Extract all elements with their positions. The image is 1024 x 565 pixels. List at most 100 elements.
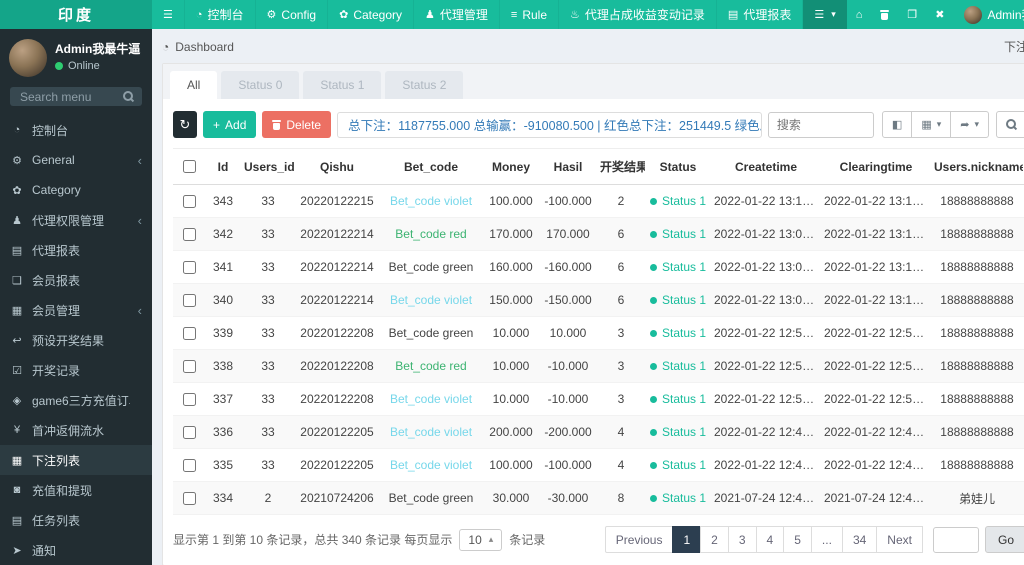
- cell-status: Status 1: [645, 250, 711, 284]
- sidebar-item[interactable]: ◙ 充值和提现 ‹: [0, 475, 152, 505]
- columns-button[interactable]: ▦ ▾: [911, 111, 952, 138]
- delete-button[interactable]: Delete: [262, 111, 332, 138]
- refresh-button[interactable]: ↻: [173, 111, 198, 138]
- cell-users-id: 33: [241, 448, 295, 482]
- status-tab[interactable]: Status 1: [303, 71, 382, 99]
- cell-nickname: 18888888888: [931, 184, 1023, 218]
- row-checkbox[interactable]: [183, 491, 196, 505]
- cell-hasil: -10.000: [539, 382, 597, 416]
- cell-result: 3: [597, 316, 645, 350]
- column-header[interactable]: Bet_code: [379, 148, 483, 185]
- go-button[interactable]: Go: [984, 526, 1024, 553]
- status-tab[interactable]: Status 2: [385, 71, 464, 99]
- row-checkbox[interactable]: [183, 227, 196, 241]
- row-checkbox[interactable]: [183, 425, 196, 439]
- column-header[interactable]: Users_id: [241, 148, 295, 185]
- cell-createtime: 2022-01-22 12:52:03: [711, 382, 821, 416]
- column-header[interactable]: Status: [645, 148, 711, 185]
- cell-users-id: 33: [241, 283, 295, 317]
- sidebar-search-input[interactable]: [18, 88, 117, 105]
- toggle-view-button[interactable]: ◧: [881, 111, 913, 138]
- search-icon[interactable]: [123, 91, 134, 102]
- cell-users-id: 33: [241, 349, 295, 383]
- sidebar-item[interactable]: ▤ 任务列表 ‹: [0, 505, 152, 535]
- page-size-select[interactable]: 10 ▴: [459, 528, 503, 551]
- sidebar-item[interactable]: ☑ 开奖记录 ‹: [0, 355, 152, 385]
- page-button[interactable]: 4: [755, 526, 785, 553]
- column-header[interactable]: Money: [483, 148, 539, 185]
- cell-status: Status 1: [645, 283, 711, 317]
- trash-icon: [880, 9, 890, 20]
- nav-item[interactable]: ≡ Rule: [500, 0, 560, 29]
- page-button[interactable]: ...: [810, 526, 843, 553]
- cell-status: Status 1: [645, 316, 711, 350]
- sidebar-item[interactable]: ❏ 会员报表 ‹: [0, 265, 152, 295]
- nav-item[interactable]: ☰: [152, 0, 185, 29]
- column-header[interactable]: Id: [205, 148, 241, 185]
- page-button[interactable]: 5: [783, 526, 812, 553]
- brand-logo[interactable]: 印度: [0, 0, 152, 29]
- sidebar-item[interactable]: ▦ 下注列表 ‹: [0, 445, 152, 475]
- row-checkbox[interactable]: [183, 293, 196, 307]
- search-button[interactable]: [996, 111, 1024, 138]
- table-search-input[interactable]: [767, 111, 874, 138]
- cell-clearingtime: 2022-01-22 12:45:01: [821, 448, 931, 482]
- column-header[interactable]: Users.nickname: [931, 148, 1023, 185]
- nav-icon-button[interactable]: [871, 0, 898, 29]
- sidebar-item[interactable]: ➤ 通知 ‹: [0, 535, 152, 565]
- nav-icon-button[interactable]: ❐: [898, 0, 926, 29]
- sidebar-item[interactable]: ♟ 代理权限管理 ‹: [0, 205, 152, 235]
- row-checkbox[interactable]: [183, 194, 196, 208]
- sidebar-item[interactable]: ▦ 会员管理 ‹: [0, 295, 152, 325]
- cell-clearingtime: 2022-01-22 13:12:01: [821, 217, 931, 251]
- sidebar-item[interactable]: ↩ 预设开奖结果 ‹: [0, 325, 152, 355]
- row-checkbox[interactable]: [183, 458, 196, 472]
- leaf-icon: ✿: [339, 9, 349, 21]
- nav-menu-toggle[interactable]: ☰ ▾: [803, 0, 847, 29]
- data-card: All Status 0 Status 1 Status 2 ↻ + Add Delet…: [162, 63, 1024, 565]
- page-button[interactable]: 3: [727, 526, 757, 553]
- goto-page-input[interactable]: [932, 526, 979, 553]
- row-checkbox[interactable]: [183, 392, 196, 406]
- nav-item[interactable]: ♟ 代理管理: [414, 0, 500, 29]
- status-tab[interactable]: Status 0: [221, 71, 300, 99]
- column-header[interactable]: Qishu: [295, 148, 379, 185]
- user-menu[interactable]: Admin我最牛逼: [954, 0, 1024, 29]
- nav-item[interactable]: ◔ 控制台: [185, 0, 256, 29]
- status-tab[interactable]: All: [170, 71, 218, 99]
- page-button[interactable]: 2: [700, 526, 729, 553]
- cell-select: [173, 382, 205, 416]
- export-button[interactable]: ➦ ▾: [950, 111, 989, 138]
- nav-item[interactable]: ▤ 代理报表: [717, 0, 804, 29]
- sidebar-item[interactable]: ✿ Category ‹: [0, 175, 152, 205]
- toolbar-right: ◧ ▦▾ ➦▾: [767, 111, 1024, 138]
- add-button[interactable]: + Add: [203, 111, 257, 138]
- column-header[interactable]: Createtime: [711, 148, 821, 185]
- sidebar-item[interactable]: ⚙ General ‹: [0, 145, 152, 175]
- column-header[interactable]: 开奖结果: [597, 148, 645, 185]
- status-badge: Status 1: [661, 326, 707, 341]
- nav-icon-button[interactable]: ⌂: [847, 0, 872, 29]
- sidebar-item[interactable]: ▤ 代理报表 ‹: [0, 235, 152, 265]
- sidebar-item[interactable]: ◔ 控制台 ‹: [0, 115, 152, 145]
- column-header[interactable]: Clearingtime: [821, 148, 931, 185]
- row-checkbox[interactable]: [183, 260, 196, 274]
- page-button[interactable]: Next: [876, 526, 923, 553]
- select-all-checkbox[interactable]: [183, 160, 196, 173]
- page-button[interactable]: 34: [841, 526, 878, 553]
- nav-item[interactable]: ♨ 代理占成收益变动记录: [559, 0, 717, 29]
- page-button[interactable]: Previous: [604, 526, 674, 553]
- chevron-left-icon: ‹: [137, 212, 142, 228]
- row-checkbox[interactable]: [183, 359, 196, 373]
- export-icon: ➦: [960, 119, 970, 131]
- row-checkbox[interactable]: [183, 326, 196, 340]
- leaf-icon: ✿: [12, 184, 22, 197]
- column-header[interactable]: Hasil: [539, 148, 597, 185]
- sidebar-item[interactable]: ¥ 首冲返佣流水 ‹: [0, 415, 152, 445]
- nav-item[interactable]: ⚙ Config: [256, 0, 329, 29]
- nav-icon-button[interactable]: ✖: [926, 0, 953, 29]
- sidebar-item[interactable]: ◈ game6三方充值订单 ‹: [0, 385, 152, 415]
- nav-item[interactable]: ✿ Category: [328, 0, 415, 29]
- table-row: 340 33 20220122214 Bet_code violet 150.0…: [173, 283, 1024, 317]
- page-button[interactable]: 1: [672, 526, 702, 553]
